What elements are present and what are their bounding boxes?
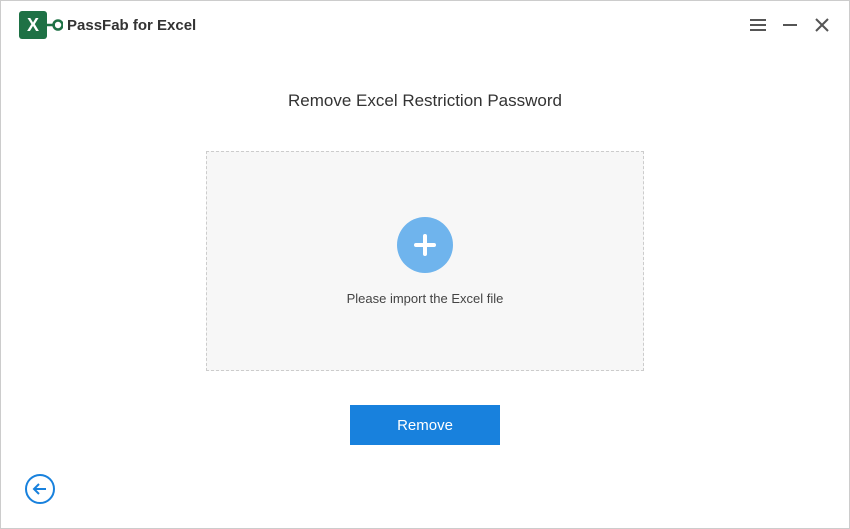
remove-button[interactable]: Remove [350, 405, 500, 445]
page-title: Remove Excel Restriction Password [1, 91, 849, 111]
arrow-left-icon [32, 482, 48, 496]
svg-text:X: X [27, 15, 39, 35]
menu-icon[interactable] [749, 16, 767, 34]
window-controls [749, 16, 831, 34]
dropzone-label: Please import the Excel file [347, 291, 504, 306]
app-title: PassFab for Excel [67, 17, 196, 34]
app-logo: X [19, 8, 59, 42]
back-button[interactable] [25, 474, 55, 504]
titlebar: X PassFab for Excel [1, 1, 849, 49]
import-dropzone[interactable]: Please import the Excel file [206, 151, 644, 371]
minimize-icon[interactable] [781, 16, 799, 34]
app-window: X PassFab for Excel [0, 0, 850, 529]
close-icon[interactable] [813, 16, 831, 34]
titlebar-left: X PassFab for Excel [19, 8, 196, 42]
plus-icon [397, 217, 453, 273]
